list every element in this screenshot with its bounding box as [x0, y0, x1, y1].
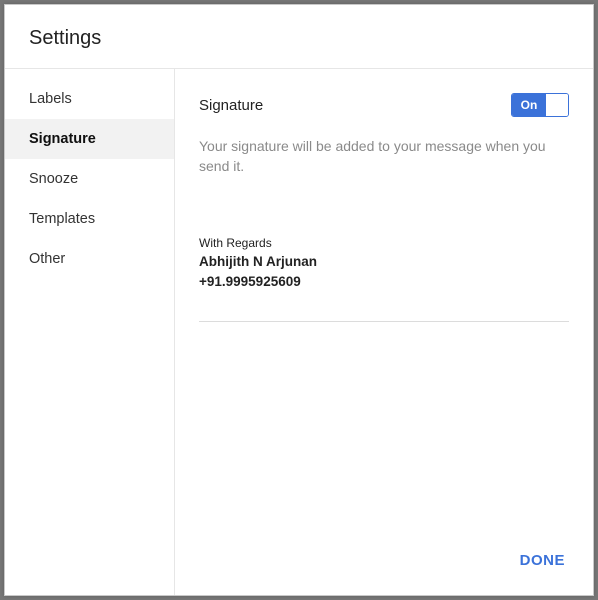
sidebar-item-label: Templates — [29, 211, 95, 227]
toggle-on-label: On — [512, 94, 546, 116]
section-description: Your signature will be added to your mes… — [199, 137, 569, 176]
sidebar-item-label: Other — [29, 251, 65, 267]
sidebar-item-label: Labels — [29, 91, 72, 107]
sidebar-item-signature[interactable]: Signature — [5, 119, 174, 159]
sidebar-item-label: Signature — [29, 131, 96, 147]
page-title: Settings — [29, 27, 569, 50]
sidebar-item-labels[interactable]: Labels — [5, 79, 174, 119]
settings-content: Signature On Your signature will be adde… — [175, 69, 593, 595]
signature-line: Abhijith N Arjunan — [199, 252, 569, 272]
dialog-footer: DONE — [199, 532, 569, 577]
divider — [199, 321, 569, 322]
settings-dialog: Settings Labels Signature Snooze Templat… — [4, 4, 594, 596]
signature-toggle[interactable]: On — [511, 93, 569, 117]
done-button[interactable]: DONE — [516, 544, 569, 577]
signature-line: +91.9995925609 — [199, 272, 569, 292]
signature-preview: With Regards Abhijith N Arjunan +91.9995… — [199, 234, 569, 293]
sidebar-item-other[interactable]: Other — [5, 239, 174, 279]
sidebar-item-label: Snooze — [29, 171, 78, 187]
section-title: Signature — [199, 97, 263, 114]
dialog-body: Labels Signature Snooze Templates Other … — [5, 69, 593, 595]
dialog-header: Settings — [5, 5, 593, 69]
sidebar-item-templates[interactable]: Templates — [5, 199, 174, 239]
sidebar-item-snooze[interactable]: Snooze — [5, 159, 174, 199]
signature-line: With Regards — [199, 234, 569, 252]
toggle-knob — [546, 94, 568, 116]
section-header-row: Signature On — [199, 93, 569, 117]
settings-sidebar: Labels Signature Snooze Templates Other — [5, 69, 175, 595]
